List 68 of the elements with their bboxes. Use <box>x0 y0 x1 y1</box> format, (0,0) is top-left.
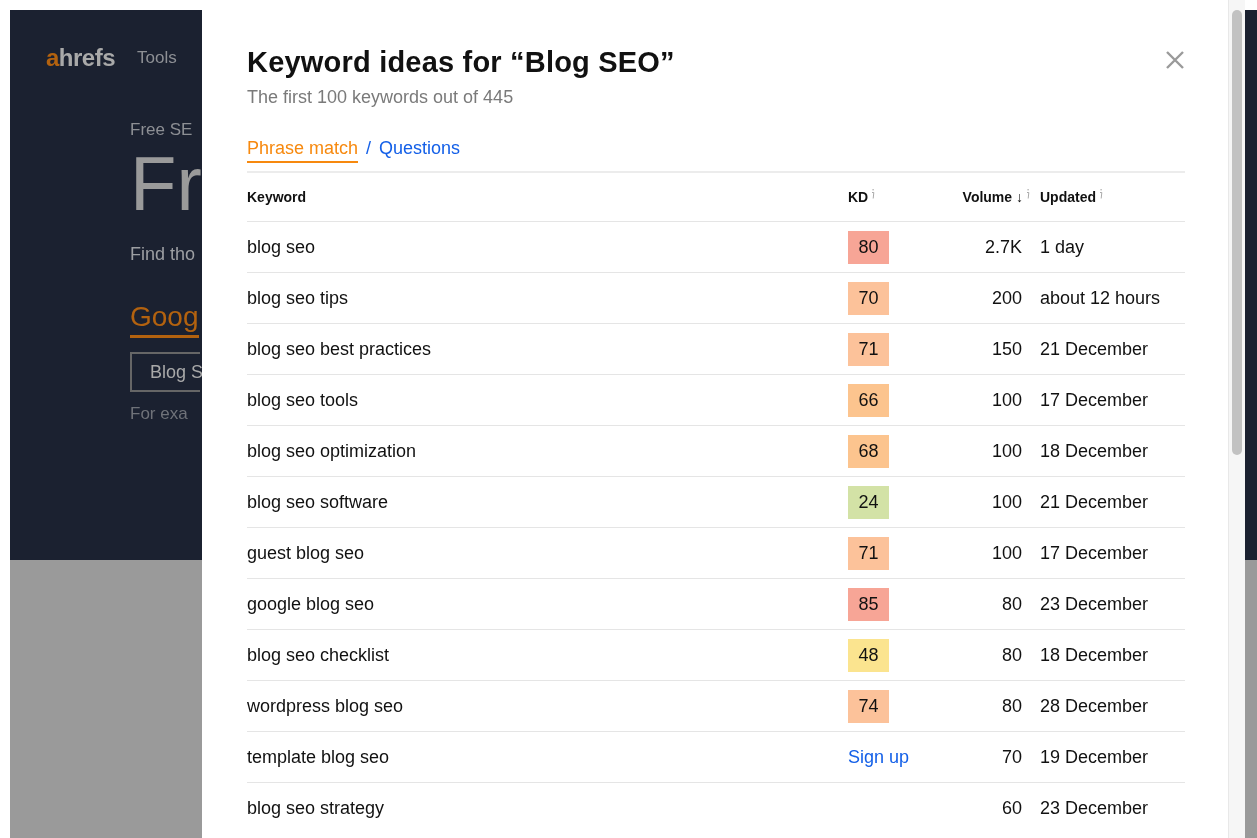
keyword-cell: blog seo <box>247 236 316 257</box>
keyword-cell: google blog seo <box>247 593 375 614</box>
updated-cell: 18 December <box>1040 644 1149 665</box>
keyword-cell: blog seo strategy <box>247 797 385 818</box>
difficulty-badge: 71 <box>848 332 889 366</box>
info-icon[interactable] <box>871 189 876 199</box>
search-field[interactable]: Blog S <box>130 352 200 392</box>
close-icon[interactable] <box>1165 50 1185 70</box>
difficulty-badge: 74 <box>848 689 889 723</box>
sign-up-link[interactable]: Sign up <box>848 746 910 767</box>
difficulty-badge: 71 <box>848 536 889 570</box>
eyebrow-text: Free SE <box>130 120 193 140</box>
volume-cell: 70 <box>1001 746 1022 767</box>
headline: Fr <box>130 144 202 224</box>
volume-cell: 100 <box>991 389 1022 410</box>
column-header[interactable]: Keyword <box>247 189 307 205</box>
nav-item[interactable]: Tools <box>137 48 177 68</box>
volume-cell: 100 <box>991 440 1022 461</box>
updated-cell: 17 December <box>1040 389 1149 410</box>
updated-cell: 1 day <box>1040 236 1085 257</box>
difficulty-badge: 85 <box>848 587 889 621</box>
volume-cell: 2.7K <box>984 236 1022 257</box>
tab[interactable]: Goog <box>130 301 199 338</box>
column-header[interactable]: Volume ↓ <box>962 189 1023 205</box>
keyword-cell: blog seo checklist <box>247 644 390 665</box>
updated-cell: 23 December <box>1040 797 1149 818</box>
difficulty-badge: 24 <box>848 485 889 519</box>
volume-cell: 80 <box>1001 593 1022 614</box>
keyword-cell: blog seo software <box>247 491 389 512</box>
updated-cell: about 12 hours <box>1040 287 1161 308</box>
tab[interactable]: Questions <box>379 138 461 163</box>
volume-cell: 150 <box>991 338 1022 359</box>
dialog-subtitle: The first 100 keywords out of 445 <box>247 87 515 108</box>
info-icon[interactable] <box>1099 189 1103 199</box>
hint-text: For exa <box>130 404 188 424</box>
volume-cell: 100 <box>991 491 1022 512</box>
separator: / <box>366 138 372 159</box>
volume-cell: 200 <box>991 287 1022 308</box>
keyword-cell: blog seo optimization <box>247 440 417 461</box>
updated-cell: 18 December <box>1040 440 1149 461</box>
volume-cell: 80 <box>1001 695 1022 716</box>
lead-text: Find tho <box>130 244 196 265</box>
difficulty-badge: 70 <box>848 281 889 315</box>
updated-cell: 19 December <box>1040 746 1149 767</box>
updated-cell: 21 December <box>1040 491 1149 512</box>
keyword-cell: blog seo tools <box>247 389 359 410</box>
updated-cell: 28 December <box>1040 695 1149 716</box>
logo[interactable]: ahrefs <box>46 44 116 72</box>
updated-cell: 23 December <box>1040 593 1149 614</box>
keyword-cell: template blog seo <box>247 746 390 767</box>
volume-cell: 60 <box>1001 797 1022 818</box>
difficulty-badge: 48 <box>848 638 889 672</box>
volume-cell: 80 <box>1001 644 1022 665</box>
difficulty-badge: 80 <box>848 230 889 264</box>
column-header[interactable]: KD <box>848 189 869 205</box>
info-icon[interactable] <box>1026 189 1030 199</box>
keyword-cell: blog seo tips <box>247 287 349 308</box>
keyword-cell: blog seo best practices <box>247 338 432 359</box>
dialog-title: Keyword ideas for “Blog SEO” <box>247 46 675 79</box>
updated-cell: 17 December <box>1040 542 1149 563</box>
difficulty-badge: 66 <box>848 383 889 417</box>
keyword-cell: guest blog seo <box>247 542 365 563</box>
updated-cell: 21 December <box>1040 338 1149 359</box>
keyword-cell: wordpress blog seo <box>247 695 404 716</box>
column-header[interactable]: Updated <box>1040 189 1096 205</box>
volume-cell: 100 <box>991 542 1022 563</box>
scrollbar-thumb[interactable] <box>1232 10 1242 455</box>
difficulty-badge: 68 <box>848 434 889 468</box>
